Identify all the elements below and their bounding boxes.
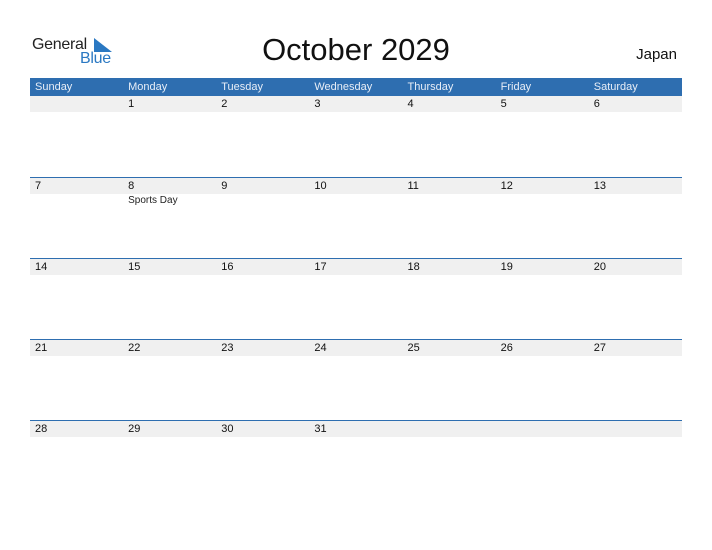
holiday-label <box>30 194 123 208</box>
day-number: 30 <box>221 423 234 435</box>
day-number: 23 <box>221 342 234 354</box>
day-number: 8 <box>128 180 135 192</box>
day-number: 13 <box>593 180 606 192</box>
weekday-header: Sunday Monday Tuesday Wednesday Thursday… <box>30 78 682 96</box>
day-number <box>30 96 123 112</box>
holiday-label <box>496 194 589 208</box>
events-row: Sports Day <box>30 194 682 208</box>
country-label: Japan <box>636 46 677 63</box>
holiday-label <box>403 194 496 208</box>
weekday-tuesday: Tuesday <box>221 81 264 93</box>
weekday-sunday: Sunday <box>35 81 73 93</box>
holiday-label <box>309 194 402 208</box>
date-strip: 21 22 23 24 25 26 27 <box>30 340 682 356</box>
date-strip: 1 2 3 4 5 6 <box>30 96 682 112</box>
day-number: 27 <box>593 342 606 354</box>
day-number <box>589 421 682 437</box>
week-row: 14 15 16 17 18 19 20 <box>30 258 682 340</box>
day-number: 7 <box>35 180 42 192</box>
day-number: 29 <box>128 423 141 435</box>
day-number: 10 <box>314 180 327 192</box>
day-number: 3 <box>314 98 321 110</box>
day-number: 22 <box>128 342 141 354</box>
day-number: 11 <box>407 180 419 192</box>
day-number: 25 <box>407 342 420 354</box>
day-number: 31 <box>314 423 327 435</box>
day-number: 19 <box>500 261 513 273</box>
day-number: 17 <box>314 261 327 273</box>
weekday-monday: Monday <box>128 81 168 93</box>
holiday-label <box>589 194 682 208</box>
date-strip: 7 8 9 10 11 12 13 <box>30 178 682 194</box>
week-row: 1 2 3 4 5 6 <box>30 96 682 177</box>
day-number: 24 <box>314 342 327 354</box>
week-row: 7 8 9 10 11 12 13 Sports Day <box>30 177 682 259</box>
day-number: 26 <box>500 342 513 354</box>
day-number <box>403 421 496 437</box>
page-title: October 2029 <box>262 32 450 67</box>
day-number: 5 <box>500 98 507 110</box>
day-number: 1 <box>128 98 135 110</box>
day-number: 18 <box>407 261 420 273</box>
date-strip: 14 15 16 17 18 19 20 <box>30 259 682 275</box>
day-number: 2 <box>221 98 228 110</box>
day-number: 20 <box>593 261 606 273</box>
week-row: 28 29 30 31 <box>30 420 682 502</box>
weekday-wednesday: Wednesday <box>314 81 373 93</box>
date-strip: 28 29 30 31 <box>30 421 682 437</box>
day-number: 15 <box>128 261 141 273</box>
day-number <box>496 421 589 437</box>
holiday-label: Sports Day <box>128 195 178 206</box>
day-number: 28 <box>35 423 48 435</box>
day-number: 21 <box>35 342 48 354</box>
day-number: 9 <box>221 180 228 192</box>
week-row: 21 22 23 24 25 26 27 <box>30 339 682 421</box>
holiday-label <box>216 194 309 208</box>
weekday-friday: Friday <box>500 81 532 93</box>
day-number: 12 <box>500 180 513 192</box>
day-number: 4 <box>407 98 414 110</box>
weekday-thursday: Thursday <box>407 81 454 93</box>
day-number: 14 <box>35 261 48 273</box>
day-number: 6 <box>593 98 600 110</box>
day-number: 16 <box>221 261 234 273</box>
weekday-saturday: Saturday <box>593 81 638 93</box>
